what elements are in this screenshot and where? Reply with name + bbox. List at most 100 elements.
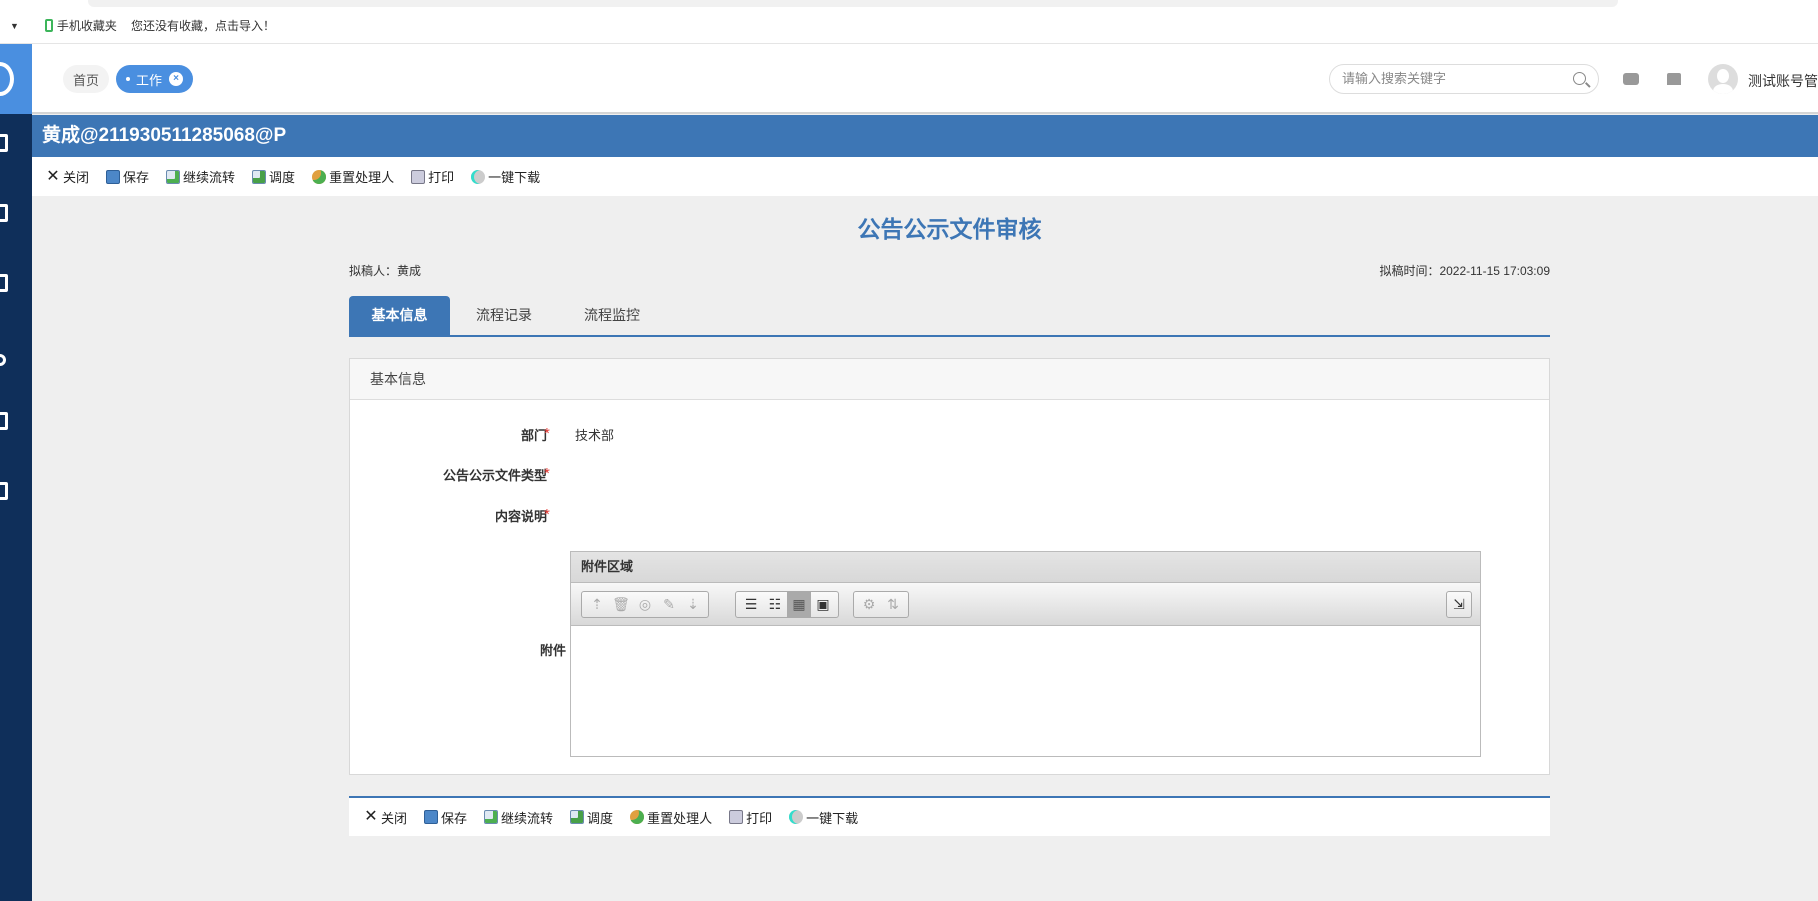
download-all-label: 一键下载	[488, 170, 541, 185]
report-icon[interactable]	[0, 482, 8, 500]
dispatch-label: 调度	[587, 810, 614, 826]
save-icon	[106, 169, 121, 184]
print-label: 打印	[746, 810, 773, 826]
dispatch-icon	[252, 169, 267, 184]
dot-icon	[126, 77, 130, 81]
save-button[interactable]: 保存	[106, 167, 149, 186]
image-icon[interactable]: ▣	[811, 592, 835, 617]
download-all-button[interactable]: 一键下载	[471, 167, 540, 186]
search-input[interactable]: 请输入搜索关键字	[1329, 64, 1599, 94]
download-all-label: 一键下载	[806, 810, 859, 826]
forward-icon	[166, 169, 181, 184]
panel-title: 基本信息	[350, 359, 1549, 400]
upload-icon[interactable]: ⇡	[585, 592, 609, 617]
sort-icon[interactable]: ⇅	[881, 592, 905, 617]
continue-label: 继续流转	[501, 810, 554, 826]
basic-info-panel: 基本信息 部门 * 技术部 公告公示文件类型 * 内容说明 * 附件 附件区域 ⇡ 🗑…	[349, 358, 1550, 775]
close-tab-icon[interactable]: ×	[169, 72, 184, 86]
save-icon	[424, 810, 439, 824]
document-title: 公告公示文件审核	[857, 216, 1042, 242]
attachment-toolbar: ⇡ 🗑 ◎ ✎ ⇣ ☰ ☷ ▦ ▣ ⚙ ⇅ ⇲	[571, 583, 1480, 626]
close-button[interactable]: ✕ 关闭	[46, 167, 89, 186]
required-icon: *	[544, 506, 550, 523]
bookmarks-bar: ▼ 手机收藏夹 您还没有收藏，点击导入！	[0, 8, 1818, 44]
chevron-down-icon[interactable]: ▼	[10, 21, 19, 31]
action-toolbar-bottom: ✕ 关闭 保存 继续流转 调度 重置处理人 打印 一键下载	[349, 796, 1550, 836]
url-field[interactable]	[88, 0, 1618, 7]
logo	[0, 44, 32, 114]
search-placeholder: 请输入搜索关键字	[1342, 71, 1447, 86]
form-tabs: 基本信息 流程记录 流程监控	[349, 296, 1550, 337]
reset-handler-button[interactable]: 重置处理人	[630, 808, 712, 827]
continue-label: 继续流转	[183, 170, 236, 185]
tab-flow-records[interactable]: 流程记录	[450, 296, 558, 335]
save-button[interactable]: 保存	[424, 808, 467, 827]
drafter: 拟稿人：黄成	[349, 264, 422, 278]
close-label: 关闭	[381, 810, 408, 826]
skin-icon[interactable]	[1667, 73, 1681, 85]
tab-home[interactable]: 首页	[63, 65, 110, 93]
close-icon: ✕	[46, 167, 60, 185]
required-icon: *	[544, 465, 550, 482]
gear-icon[interactable]: ⚙	[857, 592, 881, 617]
download-icon[interactable]: ⇣	[681, 592, 705, 617]
collapse-icon[interactable]: ⇲	[1447, 592, 1471, 617]
sidebar	[0, 44, 32, 901]
save-label: 保存	[441, 810, 468, 826]
dispatch-button[interactable]: 调度	[570, 808, 613, 827]
reset-handler-label: 重置处理人	[329, 170, 395, 185]
field-value: 技术部	[575, 428, 615, 443]
printer-icon	[729, 810, 744, 824]
attachment-area-title: 附件区域	[571, 552, 1480, 583]
reset-handler-button[interactable]: 重置处理人	[312, 167, 394, 186]
message-icon[interactable]	[1623, 73, 1639, 85]
top-header: 首页 工作 × 请输入搜索关键字 测试账号管	[32, 44, 1818, 114]
tab-work-label: 工作	[136, 72, 163, 88]
calendar-icon[interactable]	[0, 274, 8, 292]
book-icon[interactable]	[0, 204, 8, 222]
close-label: 关闭	[63, 170, 90, 185]
username[interactable]: 测试账号管	[1748, 71, 1818, 91]
reset-handler-label: 重置处理人	[647, 810, 713, 826]
user-icon	[312, 169, 327, 184]
close-button[interactable]: ✕ 关闭	[364, 808, 407, 827]
list-icon[interactable]: ☰	[739, 592, 763, 617]
mobile-favorites-link[interactable]: 手机收藏夹	[57, 17, 117, 34]
search-icon[interactable]	[1573, 72, 1586, 85]
close-icon: ✕	[364, 808, 378, 825]
continue-flow-button[interactable]: 继续流转	[166, 167, 235, 186]
print-label: 打印	[428, 170, 455, 185]
draft-time: 拟稿时间：2022-11-15 17:03:09	[1379, 264, 1550, 278]
attachment-area: 附件区域 ⇡ 🗑 ◎ ✎ ⇣ ☰ ☷ ▦ ▣ ⚙ ⇅ ⇲	[570, 551, 1481, 757]
user-icon	[630, 810, 645, 824]
numbered-list-icon[interactable]: ☷	[763, 592, 787, 617]
download-icon	[789, 810, 804, 824]
printer-icon	[411, 169, 426, 184]
field-label: 内容说明	[494, 509, 547, 524]
print-button[interactable]: 打印	[411, 167, 454, 186]
tab-flow-monitor[interactable]: 流程监控	[558, 296, 666, 335]
page-title-bar: 黄成@211930511285068@P	[32, 115, 1818, 157]
gear-icon[interactable]	[0, 354, 6, 366]
action-toolbar-top: ✕ 关闭 保存 继续流转 调度 重置处理人 打印 一键下载	[32, 157, 1818, 196]
phone-icon	[44, 19, 53, 32]
trash-icon[interactable]: 🗑	[609, 592, 633, 617]
avatar[interactable]	[1708, 64, 1738, 94]
home-icon[interactable]	[0, 134, 8, 152]
document-icon[interactable]	[0, 412, 8, 430]
preview-icon[interactable]: ◎	[633, 592, 657, 617]
grid-icon[interactable]: ▦	[787, 592, 811, 617]
tab-work[interactable]: 工作 ×	[116, 65, 194, 93]
dispatch-button[interactable]: 调度	[252, 167, 295, 186]
continue-flow-button[interactable]: 继续流转	[484, 808, 553, 827]
import-bookmarks-link[interactable]: 您还没有收藏，点击导入！	[131, 17, 275, 34]
field-label: 公告公示文件类型	[442, 468, 547, 483]
print-button[interactable]: 打印	[729, 808, 772, 827]
download-icon	[471, 169, 486, 184]
browser-address-bar	[0, 0, 1818, 8]
edit-icon[interactable]: ✎	[657, 592, 681, 617]
download-all-button[interactable]: 一键下载	[789, 808, 858, 827]
required-icon: *	[544, 425, 550, 442]
tab-basic-info[interactable]: 基本信息	[349, 296, 450, 335]
forward-icon	[484, 810, 499, 824]
